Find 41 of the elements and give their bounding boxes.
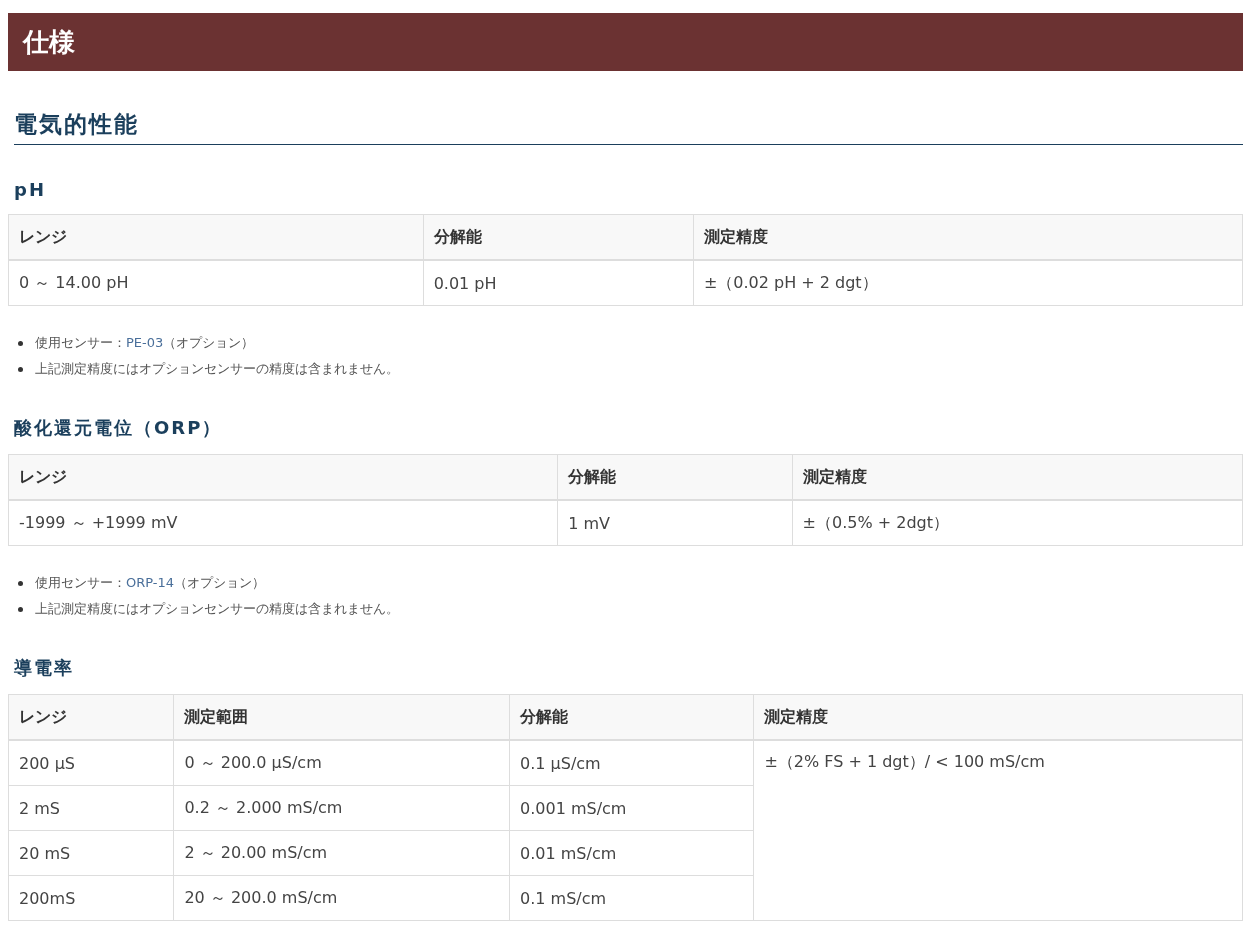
table-cell: 0.1 μS/cm xyxy=(509,740,754,786)
table-cell: 1 mV xyxy=(557,500,793,546)
table-cell: 0.2 ～ 2.000 mS/cm xyxy=(173,785,510,831)
subsection-heading: 酸化還元電位（ORP） xyxy=(14,416,224,440)
table-cell: ±（0.02 pH + 2 dgt） xyxy=(693,260,1243,306)
column-header: レンジ xyxy=(8,214,424,260)
bullet-icon xyxy=(18,340,23,346)
table-cell: 0 ～ 14.00 pH xyxy=(8,260,424,306)
section-heading: 電気的性能 xyxy=(14,109,1243,145)
table-cell: 0 ～ 200.0 μS/cm xyxy=(173,740,510,786)
table-cell: 2 mS xyxy=(8,785,174,831)
subsection-heading: 導電率 xyxy=(14,656,75,680)
bullet-icon xyxy=(18,606,23,612)
column-header: レンジ xyxy=(8,694,174,740)
column-header: 分解能 xyxy=(557,454,793,500)
table-cell: 200mS xyxy=(8,875,174,921)
table-cell: 20 mS xyxy=(8,830,174,876)
table-cell: 20 ～ 200.0 mS/cm xyxy=(173,875,510,921)
subsection-heading: pH xyxy=(14,179,47,200)
sensor-link[interactable]: PE-03 xyxy=(126,335,164,350)
bullet-icon xyxy=(18,580,23,586)
bullet-icon xyxy=(18,366,23,372)
table-cell: 2 ～ 20.00 mS/cm xyxy=(173,830,510,876)
note-text: 上記測定精度にはオプションセンサーの精度は含まれません。 xyxy=(35,600,399,618)
table-cell: -1999 ～ +1999 mV xyxy=(8,500,558,546)
sensor-link[interactable]: ORP-14 xyxy=(126,575,175,590)
table-cell: 0.01 pH xyxy=(423,260,694,306)
page-title: 仕様 xyxy=(23,25,75,59)
note-text: 使用センサー：PE-03（オプション） xyxy=(35,334,255,352)
note-text: 上記測定精度にはオプションセンサーの精度は含まれません。 xyxy=(35,360,399,378)
column-header: 分解能 xyxy=(509,694,754,740)
table-cell: 200 μS xyxy=(8,740,174,786)
column-header: 測定精度 xyxy=(693,214,1243,260)
column-header: 測定範囲 xyxy=(173,694,510,740)
note-text: 使用センサー：ORP-14（オプション） xyxy=(35,574,266,592)
column-header: 分解能 xyxy=(423,214,694,260)
table-cell: ±（0.5% + 2dgt） xyxy=(792,500,1243,546)
column-header: 測定精度 xyxy=(753,694,1243,740)
column-header: 測定精度 xyxy=(792,454,1243,500)
table-cell: ±（2% FS + 1 dgt）/ < 100 mS/cm xyxy=(753,740,1243,921)
column-header: レンジ xyxy=(8,454,558,500)
